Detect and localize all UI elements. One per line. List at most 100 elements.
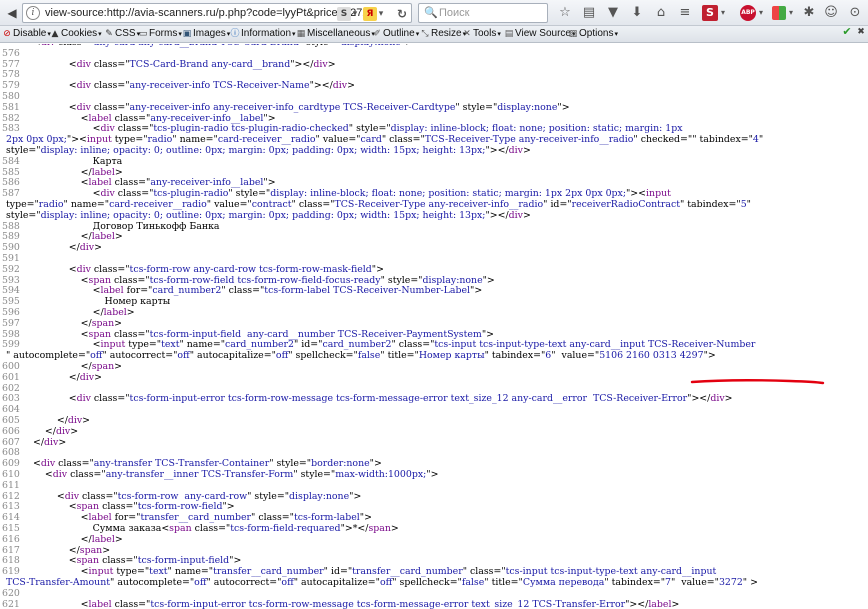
source-line: </div> <box>33 242 102 254</box>
devbar-label: Resize <box>431 28 462 39</box>
source-line: <div class="tcs-form-input-error tcs-for… <box>33 393 733 405</box>
source-line: </div> <box>33 415 91 426</box>
source-line: </div> <box>33 425 79 437</box>
line-number: 616 <box>2 533 20 545</box>
source-line: </label> <box>33 533 123 545</box>
devbar-tools[interactable]: ✕ Tools ▾ <box>462 28 501 39</box>
s-extension-icon[interactable]: S <box>702 5 718 21</box>
source-line: </label> <box>33 231 123 243</box>
devbar-outline[interactable]: ✐ Outline ▾ <box>372 28 419 39</box>
dropdown-arrow-icon[interactable]: ▾ <box>377 7 385 21</box>
source-view: <div class="any-card any-card__brand TCS… <box>0 44 868 609</box>
navigation-toolbar: ◀ i view-source:http://avia-scanners.ru/… <box>0 0 868 26</box>
devbar-cookies[interactable]: ▲ Cookies ▾ <box>50 28 102 39</box>
devbar-disable[interactable]: ⊘ Disable ▾ <box>2 28 51 39</box>
dropdown-arrow-icon[interactable]: ▾ <box>756 4 766 22</box>
translate-icon[interactable]: S <box>337 7 351 21</box>
line-number: 584 <box>2 155 20 167</box>
search-placeholder[interactable]: Поиск <box>439 7 469 19</box>
devbar-label: View Source <box>515 28 571 39</box>
bookmark-star-icon[interactable]: ☆ <box>556 4 574 22</box>
source-line: </span> <box>33 361 123 372</box>
disable-icon: ⊘ <box>3 28 11 39</box>
source-line: </div> <box>33 436 67 448</box>
yandex-badge[interactable]: Я <box>363 7 377 21</box>
form-icon: ▭ <box>138 28 148 39</box>
line-number: 601 <box>2 371 20 383</box>
chevron-down-icon: ▾ <box>415 29 420 38</box>
source-line: Договор Тинькофф Банка <box>92 220 220 232</box>
devbar-label: Images <box>193 28 226 39</box>
adblock-icon[interactable]: ABP <box>740 5 756 21</box>
chevron-down-icon: ▾ <box>497 29 501 38</box>
source-line: <div class="TCS-Card-Brand any-card__bra… <box>33 58 336 70</box>
line-number: 606 <box>2 425 20 437</box>
source-line: Номер карты <box>104 296 171 308</box>
options-icon: ▨ <box>568 28 578 39</box>
reload-icon[interactable]: ↻ <box>395 7 409 21</box>
bug-icon[interactable]: ✱ <box>800 4 818 22</box>
menu-icon[interactable]: ≡ <box>676 4 694 22</box>
devbar-label: Forms <box>149 28 178 39</box>
source-line: <div class="any-receiver-info TCS-Receiv… <box>33 80 355 92</box>
devbar-miscellaneous[interactable]: ▦ Miscellaneous ▾ <box>296 28 375 39</box>
image-icon: ▣ <box>182 28 192 39</box>
dropdown-arrow-icon[interactable]: ▾ <box>786 4 796 22</box>
red-underline-annotation <box>690 379 825 385</box>
view-source-icon: ▤ <box>504 28 514 39</box>
web-developer-toolbar: ⊘ Disable ▾ ▲ Cookies ▾ ✎ CSS ▾ ▭ Forms ▾ ▣ Image… <box>0 26 868 43</box>
source-line: </label> <box>33 307 135 318</box>
devbar-images[interactable]: ▣ Images ▾ <box>182 28 231 39</box>
devbar-information[interactable]: ⓘ Information ▾ <box>230 28 295 39</box>
devbar-close[interactable]: ✖ <box>856 27 867 37</box>
download-icon[interactable]: ⬇ <box>628 4 646 22</box>
line-number: 597 <box>2 317 20 329</box>
site-info-icon[interactable]: i <box>26 6 40 20</box>
line-number: 592 <box>2 263 20 275</box>
devbar-forms[interactable]: ▭ Forms ▾ <box>138 28 182 39</box>
back-icon[interactable]: ◀ <box>3 4 21 22</box>
devbar-check[interactable]: ✔ <box>842 25 853 38</box>
line-number: 620 <box>2 587 20 599</box>
url-bar[interactable]: i view-source:http://avia-scanners.ru/p.… <box>22 3 412 23</box>
devbar-label: Miscellaneous <box>307 28 371 39</box>
pocket-icon[interactable]: ▼ <box>604 4 622 22</box>
dropdown-arrow-icon[interactable]: ▾ <box>718 4 728 22</box>
search-box[interactable]: 🔍 Поиск <box>418 3 548 23</box>
line-number: 576 <box>2 47 20 59</box>
checkmark-icon: ✔ <box>842 25 852 38</box>
source-line: Карта <box>92 155 123 167</box>
more-icon[interactable]: ⊙ <box>846 4 864 22</box>
source-line: <label class="tcs-form-input-error tcs-f… <box>33 598 680 609</box>
reading-list-icon[interactable]: ▤ <box>580 4 598 22</box>
search-icon: 🔍 <box>424 6 438 19</box>
home-icon[interactable]: ⌂ <box>652 4 670 22</box>
chat-icon[interactable]: ☺ <box>822 4 840 22</box>
devbar-css[interactable]: ✎ CSS ▾ <box>104 28 140 39</box>
chevron-down-icon: ▾ <box>614 29 618 38</box>
css-icon: ✎ <box>105 28 113 39</box>
devbar-label: Outline <box>383 28 415 39</box>
source-line: <div class="any-transfer__inner TCS-Tran… <box>33 469 439 480</box>
line-number: 621 <box>2 598 20 609</box>
information-icon: ⓘ <box>230 28 240 39</box>
close-icon: ✖ <box>857 27 865 37</box>
dropdown-arrow-icon[interactable]: ▾ <box>351 7 359 21</box>
devbar-label: CSS <box>115 28 136 39</box>
devbar-options[interactable]: ▨ Options ▾ <box>568 28 618 39</box>
devbar-view-source[interactable]: ▤ View Source ▾ <box>504 28 576 39</box>
source-line: Сумма заказа<span class="tcs-form-field-… <box>92 523 399 534</box>
outline-icon: ✐ <box>373 28 381 39</box>
line-number: 611 <box>2 479 20 491</box>
devbar-label: Tools <box>473 28 497 39</box>
line-number: 581 <box>2 101 20 113</box>
resize-icon: ⤡ <box>421 28 429 39</box>
extension-grid-icon[interactable] <box>772 6 786 20</box>
source-line: <div class="any-card any-card__brand TCS… <box>33 44 866 49</box>
url-text[interactable]: view-source:http://avia-scanners.ru/p.ph… <box>45 7 368 19</box>
misc-icon: ▦ <box>296 28 306 39</box>
devbar-label: Options <box>579 28 614 39</box>
devbar-label: Cookies <box>61 28 98 39</box>
devbar-resize[interactable]: ⤡ Resize ▾ <box>420 28 466 39</box>
chevron-down-icon: ▾ <box>98 29 102 38</box>
